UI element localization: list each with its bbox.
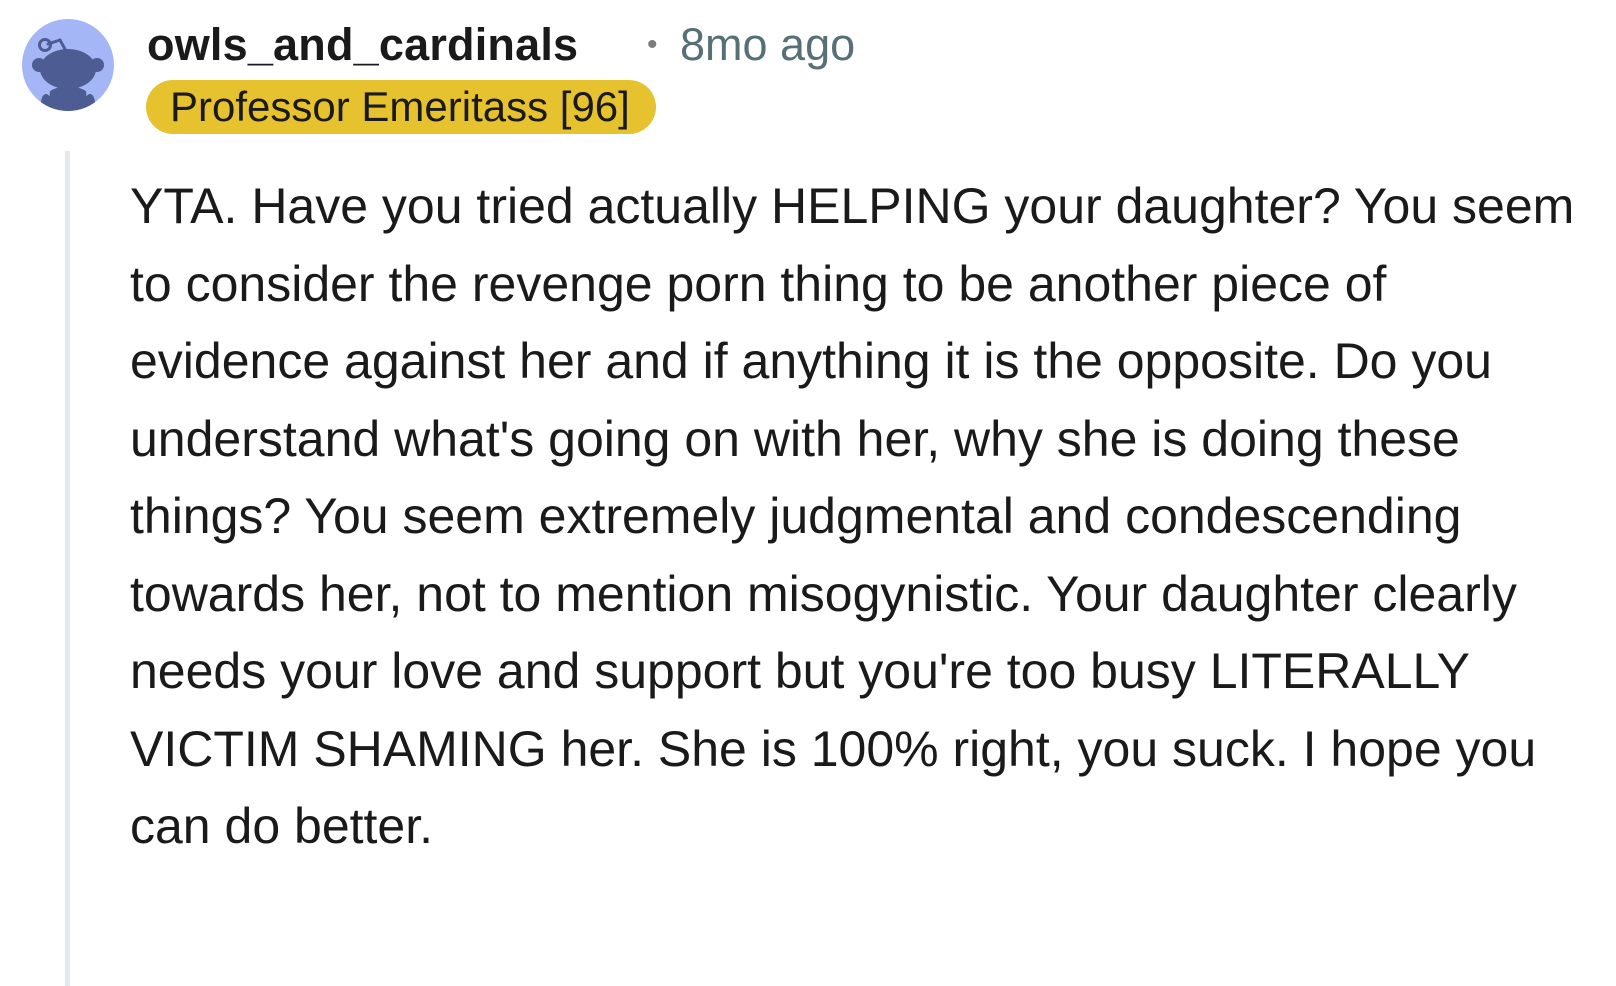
thread-collapse-line[interactable] [65, 151, 70, 986]
comment-timestamp[interactable]: 8mo ago [680, 18, 855, 72]
meta-separator: • [647, 28, 658, 61]
snoo-avatar-icon [32, 38, 104, 111]
avatar[interactable] [22, 19, 114, 111]
comment-body: YTA. Have you tried actually HELPING you… [130, 178, 1575, 854]
username-link[interactable]: owls_and_cardinals [147, 18, 578, 72]
comment: owls_and_cardinals • 8mo ago Professor E… [0, 0, 1616, 986]
user-flair-badge: Professor Emeritass [96] [146, 80, 656, 134]
